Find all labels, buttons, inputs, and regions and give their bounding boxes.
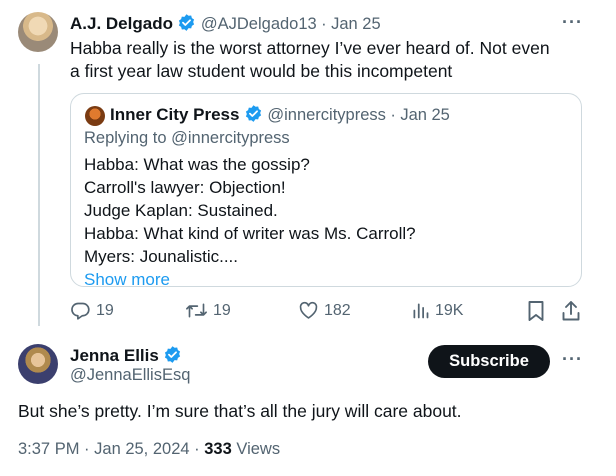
bookmark-button[interactable] bbox=[527, 300, 545, 327]
quoted-tweet-header: Inner City Press @innercitypress · Jan 2… bbox=[110, 104, 450, 128]
tweet-text-line: a first year law student would be this i… bbox=[70, 61, 453, 81]
heart-icon bbox=[299, 301, 318, 319]
dot-separator: · bbox=[321, 15, 327, 33]
replying-to-label: Replying to bbox=[84, 129, 172, 147]
author-name[interactable]: A.J. Delgado bbox=[70, 14, 173, 33]
tweet-text: Habba really is the worst attorney I’ve … bbox=[70, 37, 590, 83]
tweet-time[interactable]: 3:37 PM bbox=[18, 440, 79, 458]
reply-count: 19 bbox=[96, 301, 114, 319]
tweet-text-line: Habba really is the worst attorney I’ve … bbox=[70, 38, 550, 58]
verified-badge-icon bbox=[244, 104, 263, 128]
author-handle[interactable]: @AJDelgado13 bbox=[201, 15, 317, 33]
views-count: 19K bbox=[435, 301, 464, 319]
more-options-button[interactable]: ··· bbox=[562, 12, 583, 33]
quoted-text-line: Myers: Jounalistic.... bbox=[84, 247, 238, 266]
reply-text: But she’s pretty. I’m sure that’s all th… bbox=[18, 401, 462, 421]
tweet-header: A.J. Delgado @AJDelgado13 · Jan 25 bbox=[70, 13, 381, 37]
subscribe-button[interactable]: Subscribe bbox=[428, 345, 550, 378]
dot-separator: · bbox=[84, 440, 90, 458]
like-button[interactable]: 182 bbox=[298, 300, 351, 321]
quoted-tweet-text: Habba: What was the gossip? Carroll's la… bbox=[84, 153, 564, 291]
views-label: Views bbox=[236, 440, 281, 458]
author-handle[interactable]: @JennaEllisEsq bbox=[70, 366, 190, 385]
views-button[interactable]: 19K bbox=[411, 300, 463, 321]
share-button[interactable] bbox=[561, 300, 581, 327]
repost-icon bbox=[186, 303, 207, 318]
avatar[interactable] bbox=[18, 12, 58, 52]
dot-separator: · bbox=[390, 106, 396, 124]
quoted-text-line: Habba: What kind of writer was Ms. Carro… bbox=[84, 224, 416, 243]
analytics-icon bbox=[413, 303, 429, 319]
quoted-author-handle: @innercitypress bbox=[267, 106, 386, 124]
tweet-full-date[interactable]: Jan 25, 2024 bbox=[94, 440, 189, 458]
bookmark-icon bbox=[528, 301, 544, 321]
show-more-link[interactable]: Show more bbox=[84, 268, 564, 291]
views-count: 333 bbox=[204, 440, 232, 458]
quoted-text-line: Carroll's lawyer: Objection! bbox=[84, 178, 286, 197]
dot-separator: · bbox=[194, 440, 200, 458]
avatar[interactable] bbox=[18, 344, 58, 384]
repost-button[interactable]: 19 bbox=[185, 300, 231, 321]
quoted-text-line: Judge Kaplan: Sustained. bbox=[84, 201, 278, 220]
more-options-button[interactable]: ··· bbox=[562, 349, 583, 370]
tweet-meta: 3:37 PM · Jan 25, 2024 · 333 Views bbox=[18, 440, 280, 459]
quoted-text-line: Habba: What was the gossip? bbox=[84, 155, 310, 174]
thread-connector-line bbox=[38, 64, 40, 326]
reply-button[interactable]: 19 bbox=[70, 300, 114, 321]
tweet-date[interactable]: Jan 25 bbox=[331, 15, 381, 33]
like-count: 182 bbox=[324, 301, 351, 319]
share-icon bbox=[562, 301, 580, 321]
replying-to-handle: @innercitypress bbox=[171, 129, 290, 147]
verified-badge-icon bbox=[177, 13, 196, 37]
author-name[interactable]: Jenna Ellis bbox=[70, 346, 159, 365]
quoted-tweet-date: Jan 25 bbox=[400, 106, 450, 124]
repost-count: 19 bbox=[213, 301, 231, 319]
replying-to: Replying to @innercitypress bbox=[84, 129, 290, 148]
quoted-author-name: Inner City Press bbox=[110, 105, 240, 124]
reply-icon bbox=[71, 302, 90, 320]
quoted-avatar bbox=[85, 106, 105, 126]
